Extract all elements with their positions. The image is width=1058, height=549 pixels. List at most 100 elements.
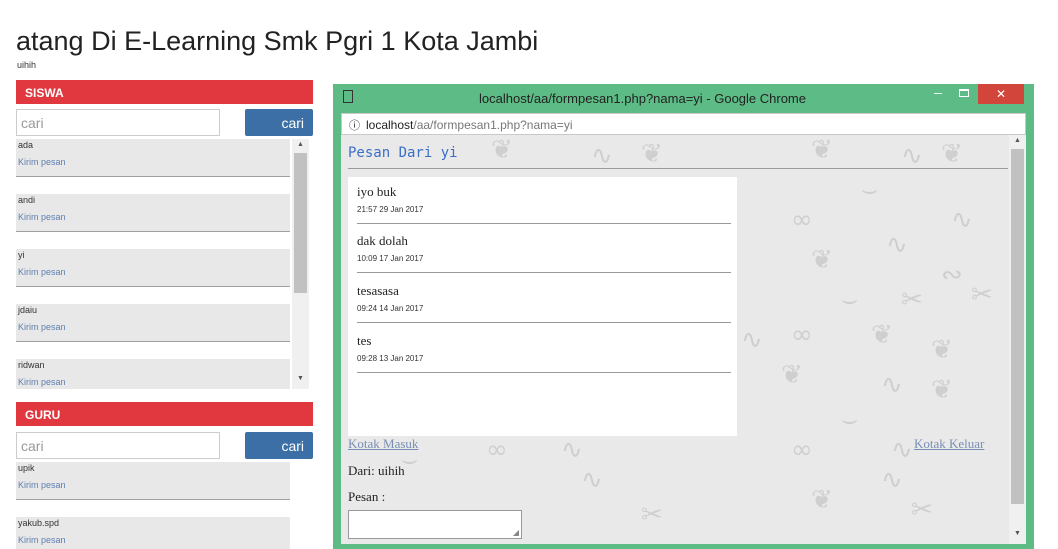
teacher-name: upik xyxy=(18,463,35,473)
list-item: jdaiu Kirim pesan xyxy=(16,304,290,342)
siswa-header: SISWA xyxy=(16,80,313,104)
message-text: dak dolah xyxy=(357,233,408,248)
doodle-icon: ∞ xyxy=(791,320,813,350)
message-text: tes xyxy=(357,333,372,348)
message-list[interactable]: iyo buk 21:57 29 Jan 2017 dak dolah 10:0… xyxy=(348,177,737,436)
heading-divider xyxy=(348,168,1008,169)
scroll-thumb[interactable] xyxy=(1011,149,1024,504)
doodle-icon: ✂ xyxy=(641,500,663,530)
doodle-icon: ❦ xyxy=(811,135,833,165)
siswa-search-button[interactable]: cari xyxy=(245,109,313,136)
doodle-icon: ✂ xyxy=(911,495,933,525)
list-item: upik Kirim pesan xyxy=(16,462,290,500)
guru-list[interactable]: upik Kirim pesan yakub.spd Kirim pesan xyxy=(16,462,313,549)
siswa-scrollbar[interactable]: ▲ ▼ xyxy=(292,139,309,389)
doodle-icon: ∿ xyxy=(881,370,903,400)
minimize-icon[interactable]: – xyxy=(926,84,950,104)
outbox-link[interactable]: Kotak Keluar xyxy=(914,436,984,452)
info-icon[interactable]: ⓘ xyxy=(349,117,360,133)
address-bar[interactable]: ⓘ localhost/aa/formpesan1.php?nama=yi xyxy=(341,113,1026,135)
send-message-link[interactable]: Kirim pesan xyxy=(18,480,290,490)
message-time: 09:24 14 Jan 2017 xyxy=(357,304,424,313)
guru-search-button[interactable]: cari xyxy=(245,432,313,459)
doodle-icon: ✂ xyxy=(971,280,993,310)
inbox-link[interactable]: Kotak Masuk xyxy=(348,436,418,452)
list-item: ridwan Kirim pesan xyxy=(16,359,290,389)
doodle-icon: ⌣ xyxy=(861,175,879,205)
doodle-icon: ∿ xyxy=(581,465,603,495)
doodle-icon: ❦ xyxy=(811,245,833,275)
scroll-down-arrow-icon[interactable]: ▼ xyxy=(1009,530,1026,537)
guru-search-input[interactable]: cari xyxy=(16,432,220,459)
message-text: tesasasa xyxy=(357,283,399,298)
message-item: iyo buk 21:57 29 Jan 2017 xyxy=(357,184,731,224)
doodle-icon: ∿ xyxy=(951,205,973,235)
doodle-icon: ✂ xyxy=(901,285,923,315)
list-item: andi Kirim pesan xyxy=(16,194,290,232)
scroll-thumb[interactable] xyxy=(294,153,307,293)
doodle-icon: ∞ xyxy=(791,205,813,235)
siswa-search-input[interactable]: cari xyxy=(16,109,220,136)
address-path: /aa/formpesan1.php?nama=yi xyxy=(413,118,573,132)
maximize-icon[interactable] xyxy=(952,84,976,104)
doodle-icon: ❦ xyxy=(811,485,833,515)
send-message-link[interactable]: Kirim pesan xyxy=(18,377,290,387)
popup-scrollbar[interactable]: ▲ ▼ xyxy=(1009,135,1026,544)
message-time: 09:28 13 Jan 2017 xyxy=(357,354,424,363)
message-time: 10:09 17 Jan 2017 xyxy=(357,254,424,263)
scroll-up-arrow-icon[interactable]: ▲ xyxy=(292,141,309,148)
message-time: 21:57 29 Jan 2017 xyxy=(357,205,424,214)
siswa-list[interactable]: ada Kirim pesan andi Kirim pesan yi Kiri… xyxy=(16,139,313,389)
message-label: Pesan : xyxy=(348,489,386,504)
message-item: tesasasa 09:24 14 Jan 2017 xyxy=(357,283,731,323)
doodle-icon: ∿ xyxy=(886,230,908,260)
teacher-name: yakub.spd xyxy=(18,518,60,528)
doodle-icon: ∞ xyxy=(791,435,813,465)
doodle-icon: ⌣ xyxy=(841,285,859,315)
student-name: jdaiu xyxy=(18,305,38,315)
student-name: andi xyxy=(18,195,36,205)
doodle-icon: ❦ xyxy=(781,360,803,390)
send-message-link[interactable]: Kirim pesan xyxy=(18,157,290,167)
logged-in-username: uihih xyxy=(17,60,37,70)
doodle-icon: ∿ xyxy=(901,141,923,171)
doodle-icon: ∿ xyxy=(591,141,613,171)
page-icon xyxy=(343,90,353,103)
close-icon[interactable]: ✕ xyxy=(978,84,1024,104)
doodle-icon: ❦ xyxy=(931,375,953,405)
scroll-down-arrow-icon[interactable]: ▼ xyxy=(292,375,309,382)
send-message-link[interactable]: Kirim pesan xyxy=(18,535,290,545)
doodle-icon: ❦ xyxy=(491,135,513,165)
doodle-icon: ∿ xyxy=(561,435,583,465)
doodle-icon: ❦ xyxy=(931,335,953,365)
resize-grip-icon[interactable]: ◢ xyxy=(513,528,519,537)
address-host: localhost xyxy=(366,118,414,132)
doodle-icon: ∿ xyxy=(891,435,913,465)
send-message-link[interactable]: Kirim pesan xyxy=(18,267,290,277)
from-label: Dari: uihih xyxy=(348,463,405,478)
doodle-icon: ∿ xyxy=(741,325,763,355)
doodle-icon: ∞ xyxy=(486,435,508,465)
scroll-up-arrow-icon[interactable]: ▲ xyxy=(1009,137,1026,144)
doodle-icon: ❦ xyxy=(641,139,663,169)
send-message-link[interactable]: Kirim pesan xyxy=(18,322,290,332)
doodle-icon: ∿ xyxy=(881,465,903,495)
student-name: ridwan xyxy=(18,360,45,370)
doodle-icon: ❦ xyxy=(871,320,893,350)
message-text: iyo buk xyxy=(357,184,397,199)
guru-header: GURU xyxy=(16,402,313,426)
doodle-icon: ∾ xyxy=(941,260,963,290)
page-title: atang Di E-Learning Smk Pgri 1 Kota Jamb… xyxy=(16,26,539,56)
popup-browser-window[interactable]: localhost/aa/formpesan1.php?nama=yi - Go… xyxy=(333,84,1034,549)
list-item: yakub.spd Kirim pesan xyxy=(16,517,290,549)
popup-content: ❦ ∿ ❦ ❦ ∿ ❦ ⌣ ∞ ∿ ❦ ∿ ∾ ⌣ ✂ ✂ ∿ ∞ ❦ ❦ ❦ … xyxy=(341,135,1026,544)
doodle-icon: ⌣ xyxy=(841,405,859,435)
message-item: dak dolah 10:09 17 Jan 2017 xyxy=(357,233,731,273)
send-message-link[interactable]: Kirim pesan xyxy=(18,212,290,222)
doodle-icon: ❦ xyxy=(941,139,963,169)
student-name: ada xyxy=(18,140,34,150)
list-item: ada Kirim pesan xyxy=(16,139,290,177)
message-textarea[interactable]: ◢ xyxy=(348,510,522,539)
message-heading: Pesan Dari yi xyxy=(348,145,458,161)
message-item: tes 09:28 13 Jan 2017 xyxy=(357,333,731,373)
